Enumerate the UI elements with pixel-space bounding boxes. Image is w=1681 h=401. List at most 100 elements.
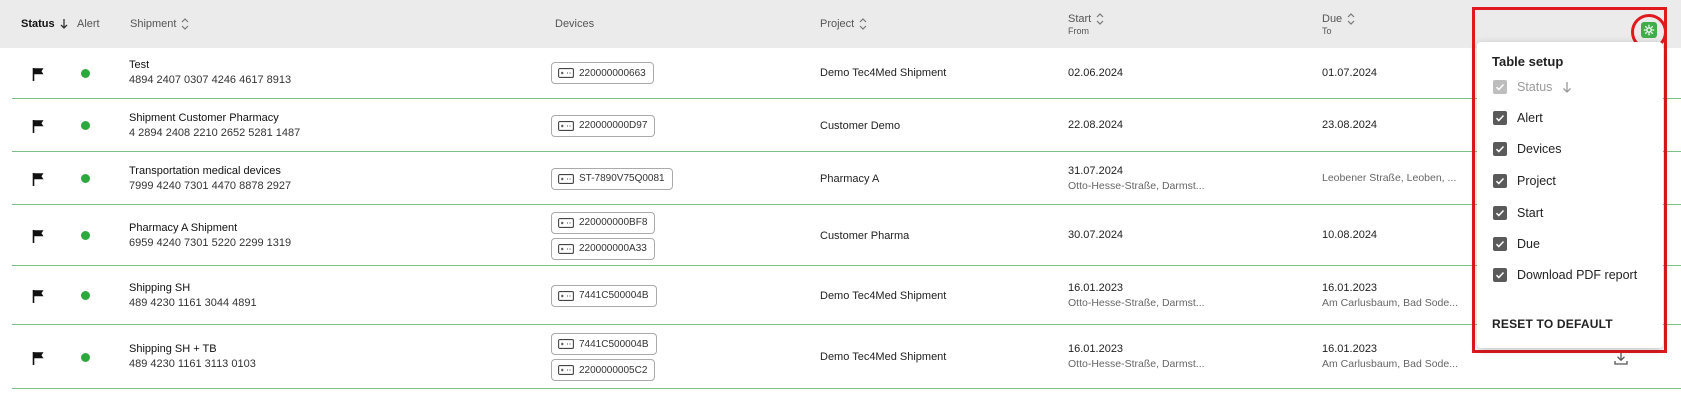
device-id: 7441C500004B	[579, 338, 649, 350]
status-dot	[81, 121, 90, 130]
table-row[interactable]: Test 4894 2407 0307 4246 4617 8913 22000…	[12, 48, 1681, 99]
shipment-number: 6959 4240 7301 5220 2299 1319	[129, 236, 292, 249]
table-setup-panel: Table setup Status Alert Devices Project Sta…	[1477, 42, 1663, 348]
due-date: 16.01.2023	[1322, 281, 1378, 294]
option-label: Status	[1517, 80, 1553, 94]
header-start[interactable]: Start From	[1068, 0, 1104, 48]
device-id: 7441C500004B	[579, 290, 649, 301]
table-row[interactable]: Transportation medical devices 7999 4240…	[12, 153, 1681, 205]
project-cell: Customer Demo	[820, 100, 900, 151]
start-date: 30.07.2024	[1068, 229, 1124, 241]
devices-cell: 220000000663	[551, 48, 654, 98]
reset-to-default-button[interactable]: RESET TO DEFAULT	[1492, 317, 1613, 331]
device-chip[interactable]: 220000000663	[551, 62, 654, 84]
start-cell: 16.01.2023 Otto-Hesse-Straße, Darmst...	[1068, 326, 1205, 388]
start-cell: 22.08.2024	[1068, 100, 1123, 151]
shipment-name: Shipping SH + TB	[129, 343, 217, 355]
device-chip[interactable]: 7441C500004B	[551, 333, 657, 355]
sort-icon	[1096, 12, 1104, 25]
option-label: Devices	[1517, 142, 1562, 156]
device-icon	[558, 243, 574, 254]
header-project-label: Project	[820, 18, 855, 30]
due-cell: Leobener Straße, Leoben, ...	[1322, 153, 1456, 204]
column-toggle-download-pdf-report[interactable]: Download PDF report	[1493, 268, 1637, 282]
project-cell: Customer Pharma	[820, 206, 909, 265]
shipment-cell[interactable]: Test 4894 2407 0307 4246 4617 8913	[129, 48, 291, 98]
device-icon	[558, 339, 574, 349]
device-chip[interactable]: 2200000005C2	[551, 359, 656, 381]
shipment-cell[interactable]: Shipping SH 489 4230 1161 3044 4891	[129, 267, 257, 324]
status-dot	[81, 174, 90, 183]
header-due[interactable]: Due To	[1322, 0, 1355, 48]
device-id: 220000000A33	[579, 243, 647, 254]
start-date: 02.06.2024	[1068, 66, 1124, 79]
start-date: 16.01.2023	[1068, 281, 1124, 294]
header-project[interactable]: Project	[820, 0, 867, 48]
device-id: 220000000D97	[579, 120, 648, 131]
checkbox[interactable]	[1493, 237, 1507, 251]
option-label: Download PDF report	[1517, 268, 1638, 282]
option-label: Alert	[1517, 111, 1543, 125]
table-row[interactable]: Shipping SH 489 4230 1161 3044 4891 7441…	[12, 267, 1681, 325]
shipment-number: 489 4230 1161 3044 4891	[129, 296, 257, 309]
header-start-sub: From	[1068, 25, 1089, 36]
shipment-name: Shipment Customer Pharmacy	[129, 111, 279, 124]
column-toggle-alert[interactable]: Alert	[1493, 111, 1543, 125]
device-icon	[558, 365, 574, 375]
table-row[interactable]: Shipping SH + TB 489 4230 1161 3113 0103…	[12, 326, 1681, 389]
option-label: Project	[1517, 174, 1556, 188]
shipment-cell[interactable]: Transportation medical devices 7999 4240…	[129, 153, 291, 204]
project-cell: Demo Tec4Med Shipment	[820, 48, 946, 98]
devices-cell: 7441C500004B 2200000005C2	[551, 326, 657, 388]
checkbox[interactable]	[1493, 206, 1507, 220]
devices-cell: 220000000BF8 220000000A33	[551, 206, 656, 265]
project-cell: Demo Tec4Med Shipment	[820, 326, 946, 388]
table-row[interactable]: Shipment Customer Pharmacy 4 2894 2408 2…	[12, 100, 1681, 152]
start-location: Otto-Hesse-Straße, Darmst...	[1068, 358, 1205, 370]
table-setup-title: Table setup	[1492, 54, 1564, 69]
status-dot	[81, 231, 90, 240]
sort-icon	[182, 18, 189, 30]
device-icon	[558, 68, 574, 78]
shipment-number: 489 4230 1161 3113 0103	[129, 358, 256, 370]
start-location: Otto-Hesse-Straße, Darmst...	[1068, 179, 1205, 192]
flag-icon	[32, 351, 44, 365]
shipment-name: Transportation medical devices	[129, 164, 281, 177]
header-shipment[interactable]: Shipment	[130, 0, 189, 48]
shipment-cell[interactable]: Pharmacy A Shipment 6959 4240 7301 5220 …	[129, 206, 291, 265]
start-cell: 31.07.2024 Otto-Hesse-Straße, Darmst...	[1068, 153, 1205, 204]
checkbox[interactable]	[1493, 142, 1507, 156]
due-cell: 16.01.2023 Am Carlusbaum, Bad Sode...	[1322, 267, 1458, 324]
checkbox[interactable]	[1493, 174, 1507, 188]
device-chip[interactable]: 220000000BF8	[551, 211, 656, 234]
project-name: Demo Tec4Med Shipment	[820, 67, 947, 79]
project-name: Customer Pharma	[820, 229, 910, 242]
header-status[interactable]: Status	[21, 0, 68, 48]
shipment-cell[interactable]: Shipment Customer Pharmacy 4 2894 2408 2…	[129, 100, 300, 151]
header-status-label: Status	[21, 18, 55, 30]
devices-cell: ST-7890V75Q0081	[551, 153, 673, 204]
option-label: Start	[1517, 206, 1544, 220]
table-row[interactable]: Pharmacy A Shipment 6959 4240 7301 5220 …	[12, 206, 1681, 266]
checkbox[interactable]	[1493, 268, 1507, 282]
device-chip[interactable]: 220000000A33	[551, 237, 655, 260]
status-dot	[81, 291, 90, 300]
column-toggle-start[interactable]: Start	[1493, 206, 1543, 220]
column-toggle-project[interactable]: Project	[1493, 174, 1556, 188]
device-chip[interactable]: 7441C500004B	[551, 284, 657, 307]
due-date: 16.01.2023	[1322, 343, 1378, 355]
status-dot	[81, 352, 90, 362]
column-toggle-due[interactable]: Due	[1493, 237, 1540, 251]
column-toggle-devices[interactable]: Devices	[1493, 142, 1561, 156]
arrow-down-icon	[60, 19, 68, 29]
shipment-name: Test	[129, 59, 150, 71]
status-dot	[81, 68, 90, 78]
shipment-cell[interactable]: Shipping SH + TB 489 4230 1161 3113 0103	[129, 326, 256, 388]
header-due-sub: To	[1322, 25, 1332, 36]
checkbox[interactable]	[1493, 111, 1507, 125]
header-devices: Devices	[555, 0, 594, 48]
device-chip[interactable]: ST-7890V75Q0081	[551, 167, 673, 190]
header-shipment-label: Shipment	[130, 18, 177, 30]
header-due-label: Due	[1322, 12, 1343, 25]
device-chip[interactable]: 220000000D97	[551, 114, 656, 137]
